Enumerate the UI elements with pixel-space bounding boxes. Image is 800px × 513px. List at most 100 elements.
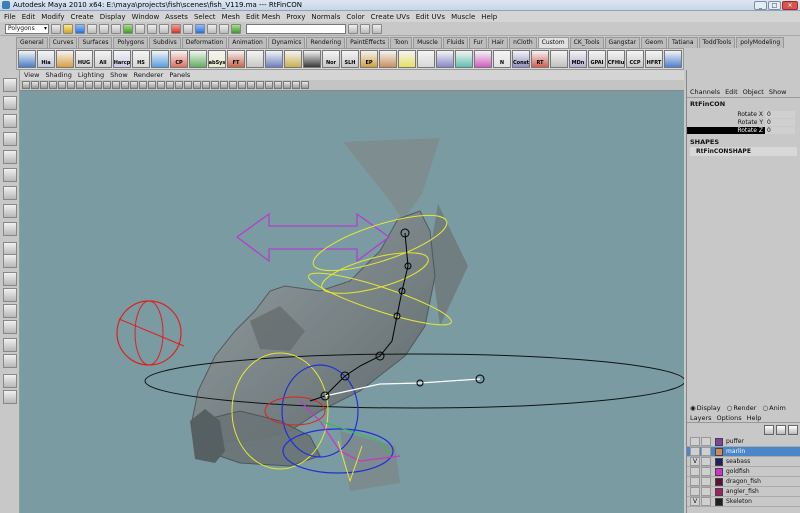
layer-row-dragon-fish[interactable]: dragon_fish: [687, 477, 800, 487]
shelf-tab-toddtools[interactable]: ToddTools: [698, 37, 736, 48]
panel-tool-icon[interactable]: [193, 81, 201, 89]
channel-menu-show[interactable]: Show: [769, 88, 787, 96]
layer-mode-display-radio[interactable]: Display: [690, 404, 721, 412]
shelf-tab-tatiana[interactable]: Tatiana: [667, 37, 698, 48]
layer-color-swatch[interactable]: [715, 477, 723, 486]
panel-menu-panels[interactable]: Panels: [169, 71, 190, 79]
menu-normals[interactable]: Normals: [311, 13, 340, 21]
shelf-tab-custom[interactable]: Custom: [537, 37, 569, 48]
menu-select[interactable]: Select: [194, 13, 216, 21]
shelf-button-tool-22[interactable]: [436, 50, 454, 68]
shelf-button-tool-35[interactable]: [683, 50, 684, 68]
panel-tool-icon[interactable]: [94, 81, 102, 89]
shelf-button-tool-34[interactable]: [664, 50, 682, 68]
shelf-button-rt[interactable]: RT: [531, 50, 549, 68]
shelf-button-ep[interactable]: EP: [360, 50, 378, 68]
panel-tool-icon[interactable]: [247, 81, 255, 89]
shelf-tab-polygons[interactable]: Polygons: [113, 37, 149, 48]
four-pane-icon[interactable]: [3, 272, 17, 286]
menu-create-uvs[interactable]: Create UVs: [371, 13, 410, 21]
layer-menu-help[interactable]: Help: [747, 414, 762, 422]
layout-2-icon[interactable]: [3, 354, 17, 368]
menu-set-dropdown[interactable]: Polygons: [5, 23, 49, 34]
attribute-value-field[interactable]: 0: [765, 118, 795, 126]
panel-tool-icon[interactable]: [121, 81, 129, 89]
shelf-button-tool-14[interactable]: [284, 50, 302, 68]
menu-muscle[interactable]: Muscle: [451, 13, 475, 21]
panel-tool-icon[interactable]: [103, 81, 111, 89]
menu-display[interactable]: Display: [100, 13, 126, 21]
shelf-button-cp[interactable]: CP: [170, 50, 188, 68]
shelf-tab-subdivs[interactable]: Subdivs: [149, 37, 181, 48]
layer-playback-toggle[interactable]: [701, 467, 711, 476]
channel-menu-object[interactable]: Object: [743, 88, 764, 96]
shelf-button-hs[interactable]: HS: [132, 50, 150, 68]
layer-visibility-toggle[interactable]: V: [690, 497, 700, 506]
shelf-tab-surfaces[interactable]: Surfaces: [78, 37, 113, 48]
panel-tool-icon[interactable]: [175, 81, 183, 89]
layer-color-swatch[interactable]: [715, 437, 723, 446]
panel-tool-icon[interactable]: [40, 81, 48, 89]
persp-outliner-icon[interactable]: [3, 288, 17, 302]
channel-menu-channels[interactable]: Channels: [690, 88, 720, 96]
selected-object-name[interactable]: RtFinCON: [687, 98, 800, 110]
panel-tool-icon[interactable]: [148, 81, 156, 89]
panel-tool-icon[interactable]: [238, 81, 246, 89]
ipr-render-icon[interactable]: [207, 23, 217, 34]
shelf-button-n[interactable]: N: [493, 50, 511, 68]
menu-window[interactable]: Window: [132, 13, 160, 21]
soft-mod-icon[interactable]: [3, 204, 17, 218]
attribute-row-rotate-y[interactable]: Rotate Y0: [687, 118, 800, 126]
menu-proxy[interactable]: Proxy: [286, 13, 305, 21]
panel-menu-renderer[interactable]: Renderer: [134, 71, 164, 79]
panel-tool-icon[interactable]: [211, 81, 219, 89]
panel-tool-icon[interactable]: [274, 81, 282, 89]
attribute-row-rotate-x[interactable]: Rotate X0: [687, 110, 800, 118]
panel-tool-icon[interactable]: [22, 81, 30, 89]
layout-4-icon[interactable]: [3, 390, 17, 404]
shelf-tab-fluids[interactable]: Fluids: [442, 37, 469, 48]
layer-playback-toggle[interactable]: [701, 477, 711, 486]
shelf-button-ccp[interactable]: CCP: [626, 50, 644, 68]
select-hierarchy-icon[interactable]: [87, 23, 97, 34]
layer-mode-anim-radio[interactable]: Anim: [762, 404, 786, 412]
layer-color-swatch[interactable]: [715, 447, 723, 456]
move-tool-icon[interactable]: [3, 132, 17, 146]
shelf-tab-muscle[interactable]: Muscle: [413, 37, 442, 48]
menu-file[interactable]: File: [4, 13, 16, 21]
snap-curve-icon[interactable]: [147, 23, 157, 34]
shelf-tab-rendering[interactable]: Rendering: [306, 37, 346, 48]
menu-color[interactable]: Color: [346, 13, 364, 21]
layer-playback-toggle[interactable]: [701, 437, 711, 446]
menu-create[interactable]: Create: [70, 13, 93, 21]
shelf-button-all[interactable]: All: [94, 50, 112, 68]
layer-row-angler-fish[interactable]: angler_fish: [687, 487, 800, 497]
channel-box-icon[interactable]: [372, 23, 382, 34]
shelf-tab-deformation[interactable]: Deformation: [181, 37, 228, 48]
shelf-button-tool-2[interactable]: [56, 50, 74, 68]
layer-row-goldfish[interactable]: goldfish: [687, 467, 800, 477]
menu-help[interactable]: Help: [481, 13, 497, 21]
shelf-tab-geom[interactable]: Geom: [641, 37, 667, 48]
layer-color-swatch[interactable]: [715, 487, 723, 496]
shelf-button-tool-20[interactable]: [398, 50, 416, 68]
snap-grid-icon[interactable]: [135, 23, 145, 34]
shelf-button-absys[interactable]: abSys: [208, 50, 226, 68]
shelf-button-hug[interactable]: HUG: [75, 50, 93, 68]
attribute-row-rotate-z[interactable]: Rotate Z0: [687, 126, 800, 134]
persp-graph-icon[interactable]: [3, 304, 17, 318]
panel-tool-icon[interactable]: [67, 81, 75, 89]
panel-tool-icon[interactable]: [157, 81, 165, 89]
perspective-viewport[interactable]: [20, 91, 684, 513]
new-layer-icon[interactable]: [764, 425, 774, 435]
layer-menu-layers[interactable]: Layers: [690, 414, 712, 422]
shelf-tab-ncloth[interactable]: nCloth: [509, 37, 537, 48]
menu-assets[interactable]: Assets: [165, 13, 188, 21]
shelf-tab-dynamics[interactable]: Dynamics: [267, 37, 306, 48]
panel-tool-icon[interactable]: [283, 81, 291, 89]
shelf-tab-fur[interactable]: Fur: [469, 37, 487, 48]
shelf-button-tool-23[interactable]: [455, 50, 473, 68]
shelf-tab-ck-tools[interactable]: CK_Tools: [569, 37, 604, 48]
panel-tool-icon[interactable]: [31, 81, 39, 89]
render-settings-icon[interactable]: [219, 23, 229, 34]
